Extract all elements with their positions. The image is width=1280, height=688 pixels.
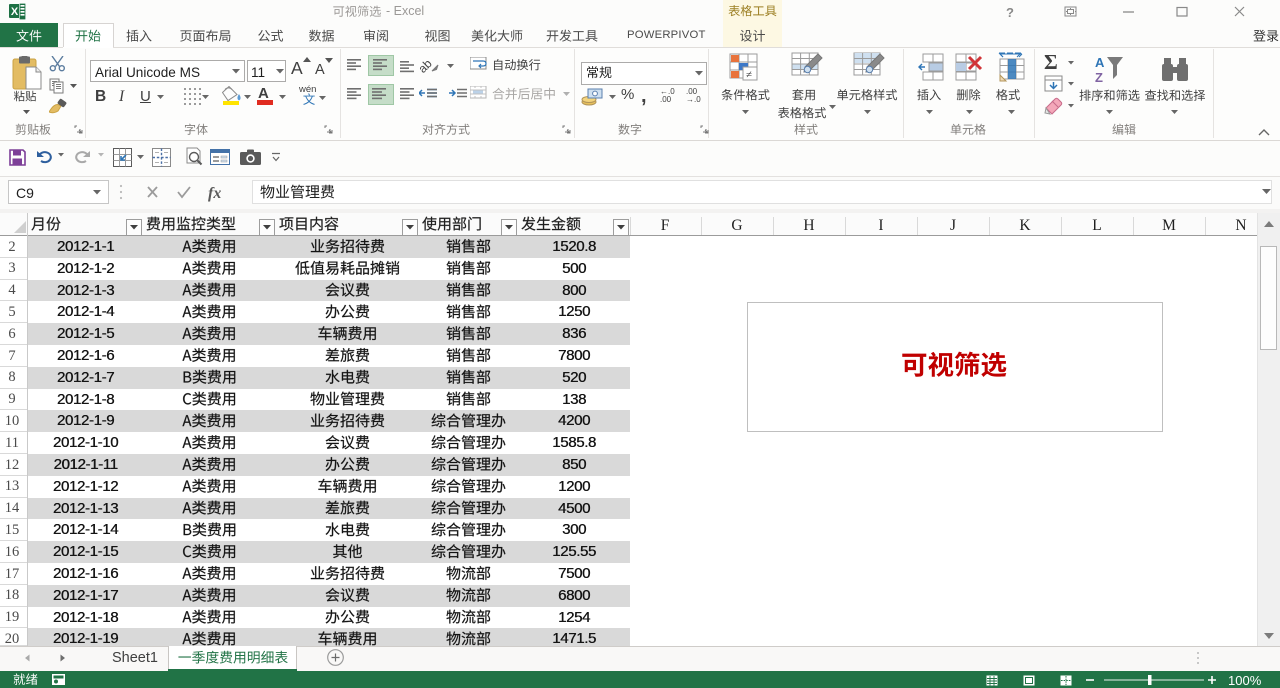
svg-text:fx: fx bbox=[208, 185, 221, 202]
svg-text:ab: ab bbox=[420, 56, 435, 74]
svg-text:→.0: →.0 bbox=[686, 95, 701, 103]
svg-text:≠: ≠ bbox=[746, 69, 752, 81]
svg-text:Z: Z bbox=[1095, 70, 1103, 83]
svg-text:Σ: Σ bbox=[1044, 52, 1058, 74]
svg-text:.00: .00 bbox=[660, 95, 672, 103]
svg-text:X: X bbox=[11, 6, 19, 18]
svg-text:?: ? bbox=[1006, 6, 1014, 18]
svg-text:A: A bbox=[1095, 55, 1105, 70]
